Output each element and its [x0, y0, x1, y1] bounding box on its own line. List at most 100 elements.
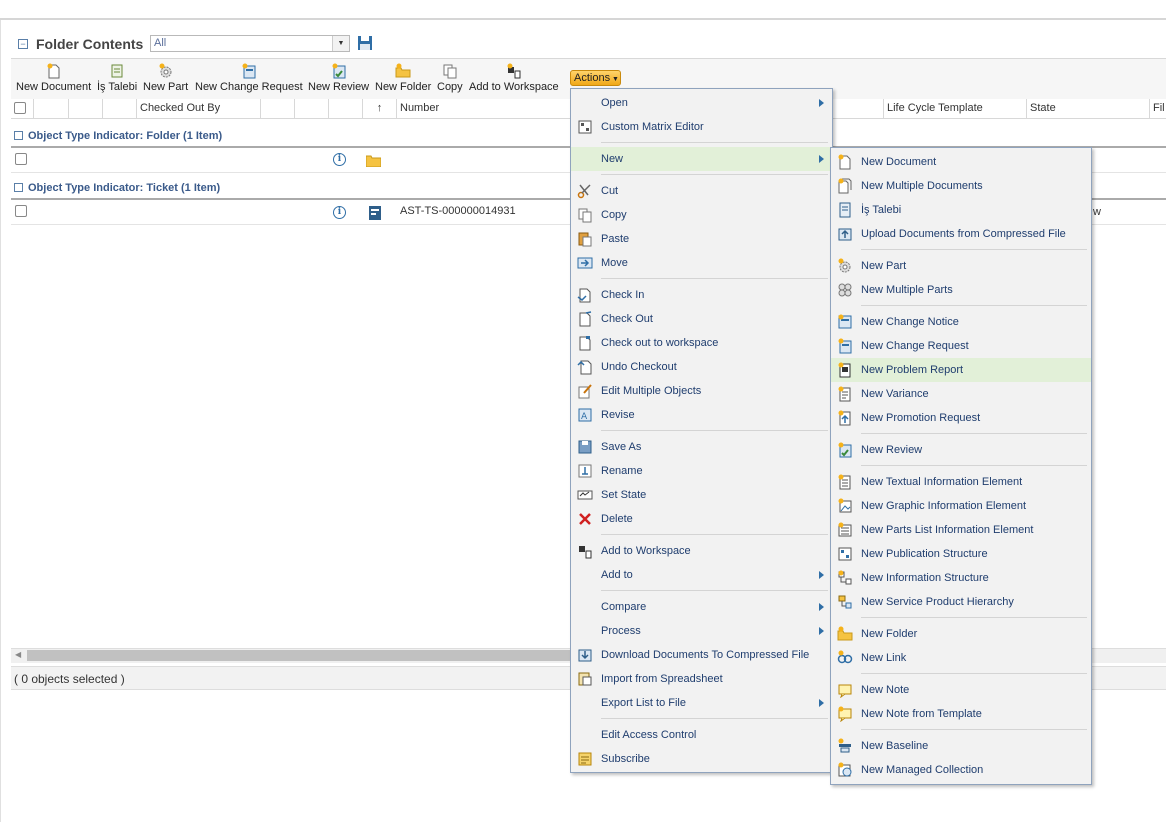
service-hierarchy-icon — [838, 595, 852, 609]
menu-item-delete[interactable]: Delete — [571, 507, 832, 531]
menu-item-export-list-to-file[interactable]: Export List to File — [571, 691, 832, 715]
menu-item-undo-checkout[interactable]: Undo Checkout — [571, 355, 832, 379]
menu-item-cut[interactable]: Cut — [571, 179, 832, 203]
menu-item-rename[interactable]: Rename — [571, 459, 832, 483]
header-file[interactable]: Fil — [1149, 99, 1166, 118]
menu-item-i-talebi[interactable]: İş Talebi — [831, 198, 1091, 222]
menu-item-custom-matrix-editor[interactable]: Custom Matrix Editor — [571, 115, 832, 139]
header-cell[interactable] — [102, 99, 136, 118]
menu-item-label: New Promotion Request — [861, 412, 981, 424]
header-state[interactable]: State — [1026, 99, 1149, 118]
header-cell[interactable] — [68, 99, 102, 118]
menu-item-import-from-spreadsheet[interactable]: Import from Spreadsheet — [571, 667, 832, 691]
add-to-workspace-button[interactable]: Add to Workspace — [469, 63, 559, 93]
header-cell[interactable] — [33, 99, 68, 118]
menu-item-new-problem-report[interactable]: New Problem Report — [831, 358, 1091, 382]
collapse-icon[interactable]: − — [18, 39, 28, 49]
menu-separator — [601, 534, 828, 535]
new-submenu: New Document New Multiple Documents İş Tal… — [830, 147, 1092, 785]
view-select[interactable]: All ▼ — [150, 35, 350, 52]
sort-arrow-icon[interactable]: ↑ — [362, 99, 396, 118]
menu-item-new-folder[interactable]: New Folder — [831, 622, 1091, 646]
header-cell[interactable] — [260, 99, 294, 118]
header-cell[interactable] — [294, 99, 328, 118]
save-view-icon[interactable] — [357, 35, 373, 51]
menu-item-new-graphic-information-element[interactable]: New Graphic Information Element — [831, 494, 1091, 518]
scroll-thumb[interactable] — [27, 650, 572, 661]
menu-item-download-documents-to-compressed-file[interactable]: Download Documents To Compressed File — [571, 643, 832, 667]
menu-item-new-document[interactable]: New Document — [831, 150, 1091, 174]
menu-item-revise[interactable]: A Revise — [571, 403, 832, 427]
header-checked-out-by[interactable]: Checked Out By — [136, 99, 260, 118]
matrix-icon — [578, 120, 592, 134]
menu-item-new-note[interactable]: New Note — [831, 678, 1091, 702]
menu-item-new-link[interactable]: New Link — [831, 646, 1091, 670]
menu-item-save-as[interactable]: Save As — [571, 435, 832, 459]
menu-item-new-change-request[interactable]: New Change Request — [831, 334, 1091, 358]
review-icon — [838, 442, 852, 458]
menu-item-new-variance[interactable]: New Variance — [831, 382, 1091, 406]
new-folder-button[interactable]: New Folder — [375, 63, 431, 93]
copy-icon — [443, 64, 457, 79]
copy-button[interactable]: Copy — [437, 63, 463, 93]
menu-item-open[interactable]: Open — [571, 91, 832, 115]
menu-item-label: New Change Notice — [861, 316, 959, 328]
menu-item-check-out-to-workspace[interactable]: Check out to workspace — [571, 331, 832, 355]
scroll-left-icon[interactable]: ◀ — [15, 650, 21, 659]
menu-item-new-review[interactable]: New Review — [831, 438, 1091, 462]
menu-item-new-textual-information-element[interactable]: New Textual Information Element — [831, 470, 1091, 494]
menu-item-new-promotion-request[interactable]: New Promotion Request — [831, 406, 1091, 430]
new-change-request-button[interactable]: New Change Request — [195, 63, 303, 93]
menu-item-new[interactable]: New — [571, 147, 832, 171]
menu-item-new-multiple-parts[interactable]: New Multiple Parts — [831, 278, 1091, 302]
chevron-down-icon[interactable]: ▼ — [332, 36, 349, 51]
info-icon[interactable]: i — [333, 153, 346, 166]
menu-item-add-to-workspace[interactable]: Add to Workspace — [571, 539, 832, 563]
menu-item-subscribe[interactable]: Subscribe — [571, 747, 832, 771]
row-number[interactable]: AST-TS-000000014931 — [400, 205, 516, 217]
menu-item-process[interactable]: Process — [571, 619, 832, 643]
row-checkbox[interactable] — [15, 153, 27, 165]
menu-item-label: New Multiple Parts — [861, 284, 953, 296]
menu-item-copy[interactable]: Copy — [571, 203, 832, 227]
menu-item-set-state[interactable]: Set State — [571, 483, 832, 507]
managed-collection-icon — [838, 762, 852, 777]
menu-item-new-part[interactable]: New Part — [831, 254, 1091, 278]
menu-item-check-in[interactable]: Check In — [571, 283, 832, 307]
is-talebi-button[interactable]: İş Talebi — [97, 63, 137, 93]
header-cell[interactable] — [328, 99, 362, 118]
menu-item-new-baseline[interactable]: New Baseline — [831, 734, 1091, 758]
scissors-icon — [577, 184, 591, 199]
menu-item-move[interactable]: Move — [571, 251, 832, 275]
collapse-icon[interactable] — [14, 182, 23, 192]
menu-item-edit-access-control[interactable]: Edit Access Control — [571, 723, 832, 747]
menu-item-new-note-from-template[interactable]: New Note from Template — [831, 702, 1091, 726]
menu-item-check-out[interactable]: Check Out — [571, 307, 832, 331]
menu-item-new-parts-list-information-element[interactable]: New Parts List Information Element — [831, 518, 1091, 542]
menu-item-label: Subscribe — [601, 753, 650, 765]
new-part-button[interactable]: New Part — [143, 63, 188, 93]
menu-item-new-publication-structure[interactable]: New Publication Structure — [831, 542, 1091, 566]
baseline-icon — [838, 738, 851, 753]
submenu-arrow-icon — [819, 603, 824, 611]
header-number[interactable]: Number — [396, 99, 571, 118]
menu-item-new-change-notice[interactable]: New Change Notice — [831, 310, 1091, 334]
menu-item-new-service-product-hierarchy[interactable]: New Service Product Hierarchy — [831, 590, 1091, 614]
menu-item-paste[interactable]: Paste — [571, 227, 832, 251]
actions-button[interactable]: Actions ▼ — [570, 70, 621, 86]
dropdown-arrow-icon: ▼ — [610, 76, 619, 83]
new-review-button[interactable]: New Review — [308, 63, 369, 93]
select-all-checkbox[interactable] — [14, 102, 26, 114]
row-checkbox[interactable] — [15, 205, 27, 217]
collapse-icon[interactable] — [14, 130, 23, 140]
header-life-cycle-template[interactable]: Life Cycle Template — [883, 99, 1026, 118]
info-icon[interactable]: i — [333, 206, 346, 219]
new-document-button[interactable]: New Document — [16, 63, 91, 93]
menu-item-edit-multiple-objects[interactable]: Edit Multiple Objects — [571, 379, 832, 403]
menu-item-compare[interactable]: Compare — [571, 595, 832, 619]
menu-item-add-to[interactable]: Add to — [571, 563, 832, 587]
menu-item-new-multiple-documents[interactable]: New Multiple Documents — [831, 174, 1091, 198]
menu-item-new-managed-collection[interactable]: New Managed Collection — [831, 758, 1091, 782]
menu-item-new-information-structure[interactable]: New Information Structure — [831, 566, 1091, 590]
menu-item-upload-documents-from-compressed-file[interactable]: Upload Documents from Compressed File — [831, 222, 1091, 246]
